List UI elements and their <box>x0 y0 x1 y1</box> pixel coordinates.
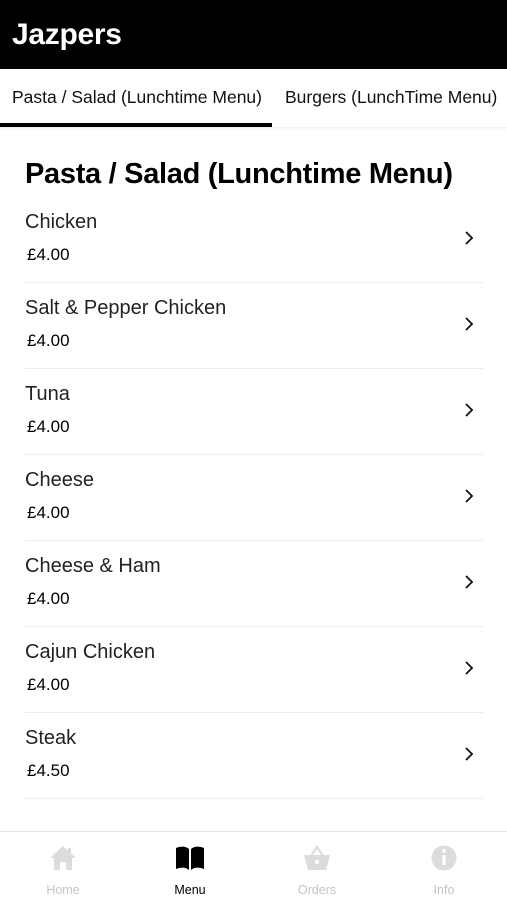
nav-orders[interactable]: Orders <box>254 832 380 900</box>
category-tabs: Pasta / Salad (Lunchtime Menu) Burgers (… <box>0 69 507 127</box>
app-header: Jazpers <box>0 0 507 69</box>
item-name: Salt & Pepper Chicken <box>25 297 227 319</box>
chevron-right-icon <box>465 575 474 589</box>
menu-item-steak[interactable]: Steak £4.50 <box>0 713 507 799</box>
info-icon <box>431 845 457 871</box>
nav-info[interactable]: Info <box>381 832 507 900</box>
divider <box>25 798 483 799</box>
chevron-right-icon <box>465 317 474 331</box>
section-title: Pasta / Salad (Lunchtime Menu) <box>25 158 453 190</box>
nav-home[interactable]: Home <box>0 832 126 900</box>
tab-label: Pasta / Salad (Lunchtime Menu) <box>12 87 262 107</box>
app-title: Jazpers <box>12 18 122 51</box>
book-icon <box>176 846 204 870</box>
menu-item-chicken[interactable]: Chicken £4.00 <box>0 197 507 283</box>
chevron-right-icon <box>465 489 474 503</box>
chevron-right-icon <box>465 747 474 761</box>
nav-menu[interactable]: Menu <box>127 832 253 900</box>
nav-label: Menu <box>174 883 206 897</box>
item-name: Tuna <box>25 383 70 405</box>
item-name: Steak <box>25 727 77 749</box>
item-price: £4.00 <box>27 589 70 608</box>
menu-item-cheese[interactable]: Cheese £4.00 <box>0 455 507 541</box>
item-name: Cheese <box>25 469 94 491</box>
chevron-right-icon <box>465 403 474 417</box>
tab-burgers[interactable]: Burgers (LunchTime Menu) <box>272 69 507 127</box>
item-price: £4.00 <box>27 675 70 694</box>
menu-item-salt-pepper-chicken[interactable]: Salt & Pepper Chicken £4.00 <box>0 283 507 369</box>
item-price: £4.00 <box>27 245 70 264</box>
item-price: £4.50 <box>27 761 70 780</box>
nav-label: Info <box>433 883 455 897</box>
item-price: £4.00 <box>27 417 70 436</box>
item-price: £4.00 <box>27 503 70 522</box>
menu-item-cheese-ham[interactable]: Cheese & Ham £4.00 <box>0 541 507 627</box>
chevron-right-icon <box>465 231 474 245</box>
chevron-right-icon <box>465 661 474 675</box>
tab-label: Burgers (LunchTime Menu) <box>285 87 498 107</box>
menu-item-list: Chicken £4.00 Salt & Pepper Chicken £4.0… <box>0 197 507 799</box>
menu-item-cajun-chicken[interactable]: Cajun Chicken £4.00 <box>0 627 507 713</box>
nav-label: Home <box>46 883 80 897</box>
item-name: Chicken <box>25 211 98 233</box>
basket-icon <box>304 845 330 870</box>
nav-label: Orders <box>297 883 337 897</box>
bottom-navigation: Home Menu Orders Info <box>0 831 507 900</box>
item-name: Cheese & Ham <box>25 555 161 577</box>
tab-pasta-salad[interactable]: Pasta / Salad (Lunchtime Menu) <box>0 69 272 127</box>
home-icon <box>50 846 76 870</box>
item-price: £4.00 <box>27 331 70 350</box>
menu-content[interactable]: Pasta / Salad (Lunchtime Menu) Chicken £… <box>0 127 507 832</box>
menu-item-tuna[interactable]: Tuna £4.00 <box>0 369 507 455</box>
item-name: Cajun Chicken <box>25 641 156 663</box>
